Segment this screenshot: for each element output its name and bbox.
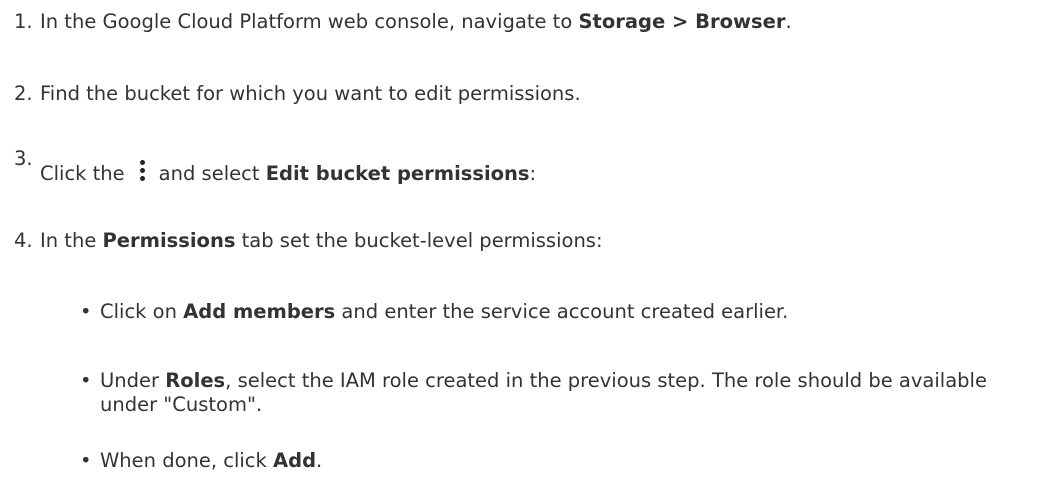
step-number: 1. <box>14 10 33 33</box>
step-bold-text: Permissions <box>102 229 236 252</box>
step-text-mid: and select <box>158 162 266 185</box>
step-text-end: tab set the bucket-level permissions: <box>235 229 603 252</box>
step-2: 2. Find the bucket for which you want to … <box>14 82 581 106</box>
step-text: Click the <box>40 162 125 185</box>
bullet-item: • When done, click Add. <box>80 449 1045 473</box>
bullet-text: Click on <box>100 300 184 323</box>
step-text: Find the bucket for which you want to ed… <box>40 82 581 105</box>
bullet-item: • Under Roles, select the IAM role create… <box>80 369 1045 417</box>
bullet-bold-text: Add <box>273 449 317 472</box>
step-4: 4. In the Permissions tab set the bucket-… <box>14 229 603 253</box>
step-number: 3. <box>14 147 33 170</box>
step-text: In the <box>40 229 103 252</box>
step-text-end: . <box>785 10 792 33</box>
bullet-text: When done, click <box>100 449 274 472</box>
bullet-text-end: , select the IAM role created in the pre… <box>100 369 987 416</box>
bullet-text-end: and enter the service account created ea… <box>335 300 789 323</box>
step-text-end: : <box>529 162 537 185</box>
step-number: 2. <box>14 82 33 105</box>
step-number: 4. <box>14 229 33 252</box>
bullet-icon: • <box>80 369 92 392</box>
bullet-text-end: . <box>316 449 323 472</box>
bullet-text: Under <box>100 369 166 392</box>
step-bold-text: Storage > Browser <box>578 10 786 33</box>
bullet-bold-text: Roles <box>165 369 226 392</box>
step-text: In the Google Cloud Platform web console… <box>40 10 579 33</box>
step-bold-text: Edit bucket permissions <box>265 162 530 185</box>
more-vert-icon <box>135 160 149 182</box>
bullet-item: • Click on Add members and enter the serv… <box>80 300 1045 324</box>
step-text-line: Click the and select Edit bucket permissi… <box>40 160 536 186</box>
bullet-icon: • <box>80 449 92 472</box>
bullet-icon: • <box>80 300 92 323</box>
step-1: 1. In the Google Cloud Platform web conso… <box>14 10 792 34</box>
bullet-bold-text: Add members <box>183 300 336 323</box>
